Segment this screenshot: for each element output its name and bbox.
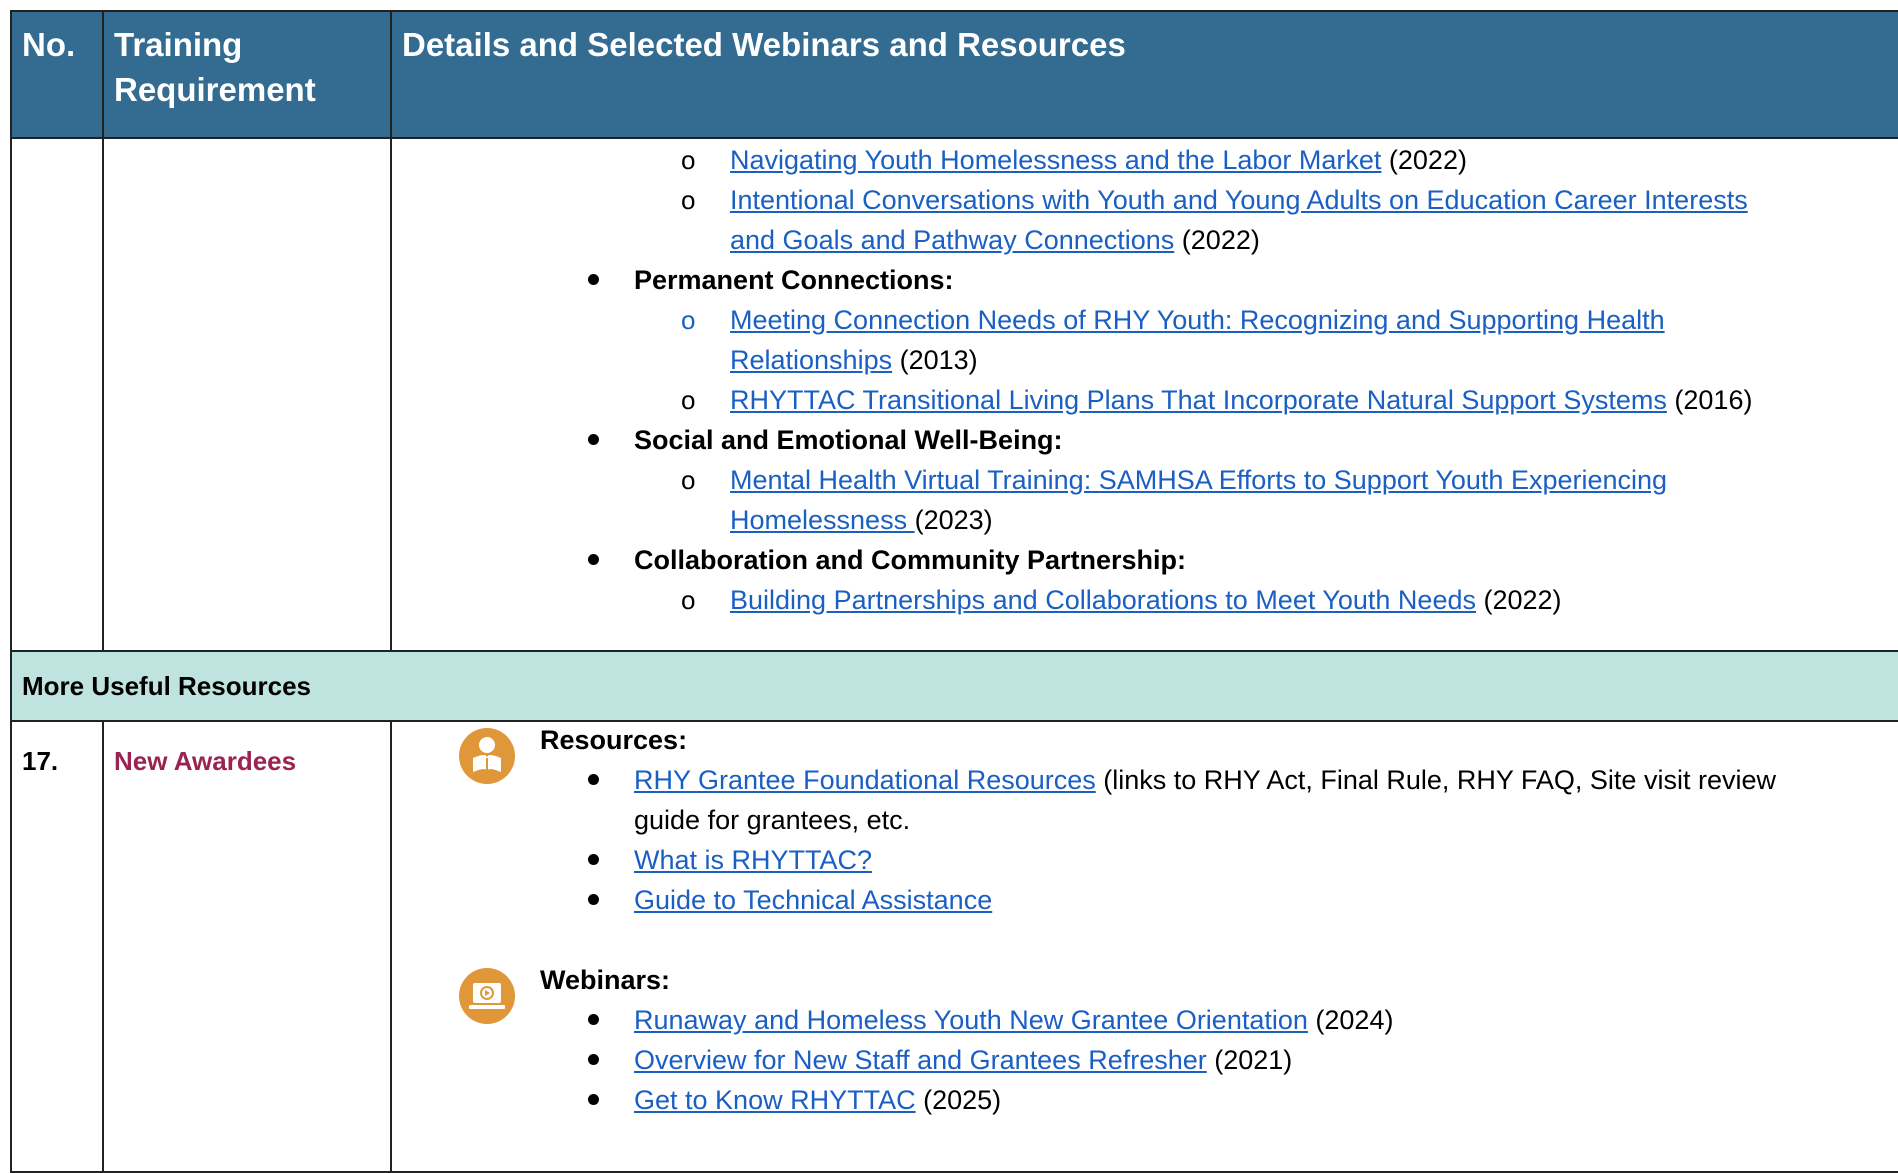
video-laptop-icon: [459, 968, 515, 1024]
list-item: RHY Grantee Foundational Resources (link…: [634, 765, 1776, 795]
sub-bullet: o: [681, 465, 696, 495]
category-heading: Collaboration and Community Partnership:: [634, 545, 1187, 575]
resource-link[interactable]: Intentional Conversations with Youth and…: [730, 185, 1748, 215]
resource-link[interactable]: Building Partnerships and Collaborations…: [730, 585, 1476, 615]
bullet: [588, 554, 599, 565]
resource-link[interactable]: RHYTTAC Transitional Living Plans That I…: [730, 385, 1667, 415]
cell-empty-no: [10, 137, 104, 652]
row-number: 17.: [10, 720, 104, 1173]
section-title: More Useful Resources: [10, 650, 1898, 722]
list-item-cont: guide for grantees, etc.: [634, 805, 911, 835]
table-header: No. Training Requirement Details and Sel…: [10, 10, 1898, 139]
resource-link[interactable]: What is RHYTTAC?: [634, 845, 872, 875]
sub-bullet: o: [681, 145, 696, 175]
bullet: [588, 434, 599, 445]
resource-link-cont[interactable]: Relationships: [730, 345, 892, 375]
sub-bullet: o: [681, 305, 696, 335]
list-item-cont: Relationships (2013): [730, 345, 978, 375]
bullet: [588, 894, 599, 905]
header-no: No.: [10, 10, 104, 139]
bullet: [588, 274, 599, 285]
webinar-link[interactable]: Runaway and Homeless Youth New Grantee O…: [634, 1005, 1308, 1035]
bullet: [588, 854, 599, 865]
list-item-cont: Homelessness (2023): [730, 505, 993, 535]
list-item: Runaway and Homeless Youth New Grantee O…: [634, 1005, 1394, 1035]
reader-icon: [459, 728, 515, 784]
bullet: [588, 1094, 599, 1105]
bullet: [588, 774, 599, 785]
category-heading: Social and Emotional Well-Being:: [634, 425, 1063, 455]
list-item: What is RHYTTAC?: [634, 840, 872, 880]
bullet: [588, 1054, 599, 1065]
list-item: Mental Health Virtual Training: SAMHSA E…: [730, 460, 1667, 500]
resource-link[interactable]: Mental Health Virtual Training: SAMHSA E…: [730, 465, 1667, 495]
header-training: Training Requirement: [102, 10, 392, 139]
list-item: Intentional Conversations with Youth and…: [730, 180, 1748, 220]
bullet: [588, 1014, 599, 1025]
webinars-heading: Webinars:: [540, 965, 671, 995]
resource-link-cont[interactable]: and Goals and Pathway Connections: [730, 225, 1174, 255]
resource-link[interactable]: Guide to Technical Assistance: [634, 885, 992, 915]
webinar-link[interactable]: Overview for New Staff and Grantees Refr…: [634, 1045, 1207, 1075]
sub-bullet: o: [681, 185, 696, 215]
section-row: More Useful Resources: [10, 650, 1898, 722]
category-heading: Permanent Connections:: [634, 265, 954, 295]
webinar-link[interactable]: Get to Know RHYTTAC: [634, 1085, 916, 1115]
sub-bullet: o: [681, 585, 696, 615]
resource-link-cont[interactable]: Homelessness: [730, 505, 915, 535]
list-item: Get to Know RHYTTAC (2025): [634, 1085, 1002, 1115]
row-requirement: New Awardees: [102, 720, 392, 1173]
list-item: Building Partnerships and Collaborations…: [730, 585, 1562, 615]
header-details: Details and Selected Webinars and Resour…: [390, 10, 1898, 139]
list-item: Meeting Connection Needs of RHY Youth: R…: [730, 300, 1665, 340]
list-item: Overview for New Staff and Grantees Refr…: [634, 1045, 1293, 1075]
list-item: Navigating Youth Homelessness and the La…: [730, 145, 1467, 175]
resource-link[interactable]: RHY Grantee Foundational Resources: [634, 765, 1096, 795]
sub-bullet: o: [681, 385, 696, 415]
cell-empty-training: [102, 137, 392, 652]
resource-link[interactable]: Meeting Connection Needs of RHY Youth: R…: [730, 305, 1665, 335]
resources-heading: Resources:: [540, 725, 688, 755]
resource-link[interactable]: Navigating Youth Homelessness and the La…: [730, 145, 1381, 175]
list-item: RHYTTAC Transitional Living Plans That I…: [730, 385, 1753, 415]
list-item-cont: and Goals and Pathway Connections (2022): [730, 225, 1260, 255]
list-item: Guide to Technical Assistance: [634, 880, 992, 920]
